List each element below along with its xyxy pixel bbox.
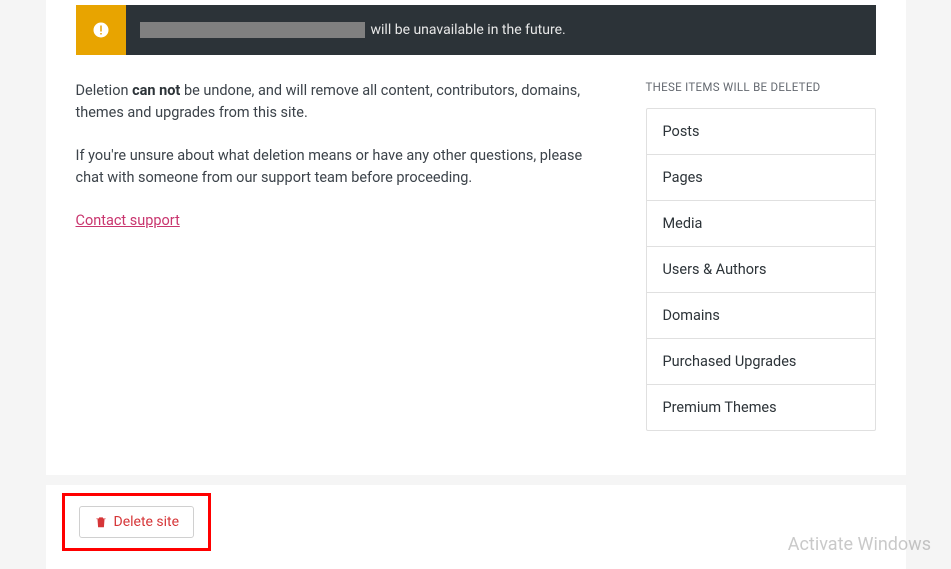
deletion-warning-paragraph: Deletion can not be undone, and will rem… xyxy=(76,80,606,125)
delete-site-label: Delete site xyxy=(114,514,180,530)
delete-site-button[interactable]: Delete site xyxy=(79,506,195,538)
description-column: Deletion can not be undone, and will rem… xyxy=(76,80,606,431)
exclamation-icon xyxy=(92,21,110,39)
list-item: Posts xyxy=(647,109,875,155)
warning-banner: will be unavailable in the future. xyxy=(76,5,876,55)
list-item: Media xyxy=(647,201,875,247)
delete-site-card: will be unavailable in the future. Delet… xyxy=(46,0,906,475)
list-item: Purchased Upgrades xyxy=(647,339,875,385)
list-item: Premium Themes xyxy=(647,385,875,430)
list-item: Domains xyxy=(647,293,875,339)
delete-button-highlight: Delete site xyxy=(62,493,212,551)
footer-bar: Delete site xyxy=(46,485,906,569)
deleted-items-heading: THESE ITEMS WILL BE DELETED xyxy=(646,80,876,94)
trash-icon xyxy=(94,515,108,529)
deleted-items-list: Posts Pages Media Users & Authors Domain… xyxy=(646,108,876,431)
warning-suffix: will be unavailable in the future. xyxy=(371,22,566,38)
warning-text: will be unavailable in the future. xyxy=(126,5,876,55)
redacted-sitename xyxy=(140,22,365,38)
warning-icon-box xyxy=(76,5,126,55)
unsure-paragraph: If you're unsure about what deletion mea… xyxy=(76,145,606,190)
deleted-items-column: THESE ITEMS WILL BE DELETED Posts Pages … xyxy=(646,80,876,431)
list-item: Users & Authors xyxy=(647,247,875,293)
contact-support-link[interactable]: Contact support xyxy=(76,212,180,229)
list-item: Pages xyxy=(647,155,875,201)
